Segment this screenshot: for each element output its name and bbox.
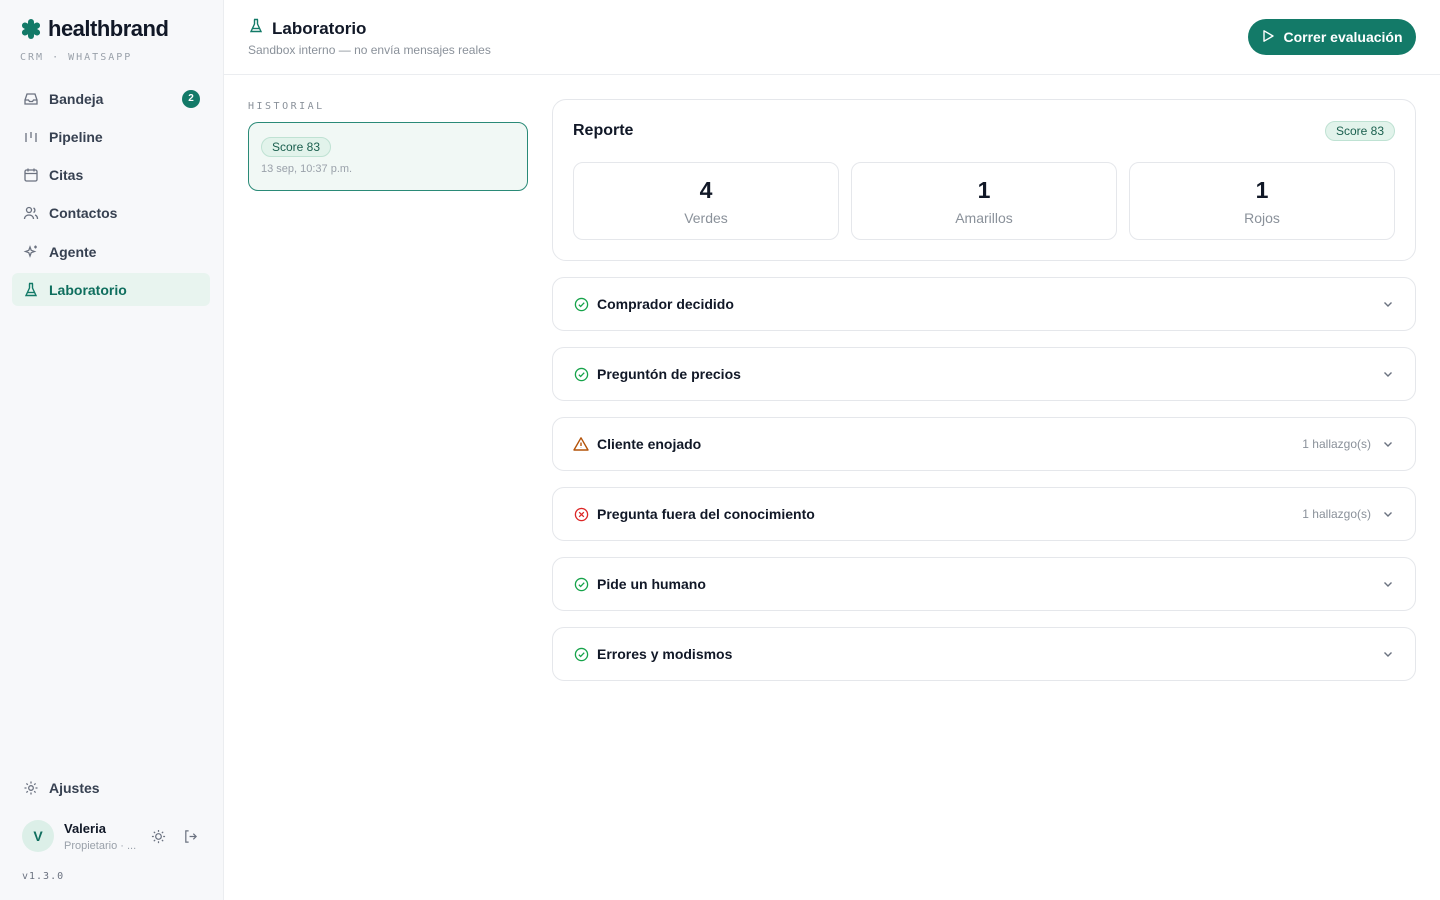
scenario-pregunta-fuera-del-conocimiento[interactable]: Pregunta fuera del conocimiento 1 hallaz…	[552, 487, 1416, 541]
report-title: Reporte	[573, 122, 634, 139]
stat-verdes: 4 Verdes	[573, 162, 839, 240]
chevron-down-icon	[1381, 647, 1395, 661]
sidebar-item-laboratorio[interactable]: Laboratorio	[12, 273, 210, 307]
flask-icon	[248, 18, 264, 39]
play-icon	[1261, 29, 1275, 46]
scenario-pregunton-de-precios[interactable]: Preguntón de precios	[552, 347, 1416, 401]
gear-icon	[22, 779, 40, 797]
scenario-title: Cliente enojado	[597, 436, 702, 452]
stat-label: Amarillos	[955, 210, 1013, 226]
sidebar-item-label: Bandeja	[49, 90, 104, 107]
users-icon	[22, 204, 40, 222]
sidebar-nav: Bandeja 2 Pipeline Citas Contactos Agent…	[12, 82, 210, 312]
sidebar-item-bandeja[interactable]: Bandeja 2	[12, 82, 210, 115]
history-score-badge: Score 83	[261, 137, 332, 157]
page-subtitle: Sandbox interno — no envía mensajes real…	[248, 43, 491, 57]
check-circle-icon	[573, 646, 589, 662]
page-title: Laboratorio	[272, 18, 367, 38]
inbox-icon	[22, 90, 40, 108]
sidebar-item-agente[interactable]: Agente	[12, 235, 210, 268]
brand-subtitle: CRM · WHATSAPP	[20, 52, 133, 63]
stat-value: 4	[699, 177, 713, 203]
sidebar-item-label: Agente	[49, 243, 97, 260]
run-evaluation-button[interactable]: Correr evaluación	[1248, 19, 1416, 55]
findings-count: 1 hallazgo(s)	[1302, 507, 1371, 521]
history-item[interactable]: Score 83 13 sep, 10:37 p.m.	[248, 122, 528, 191]
scenario-title: Errores y modismos	[597, 646, 733, 662]
settings-label: Ajustes	[49, 780, 100, 796]
sidebar-item-contactos[interactable]: Contactos	[12, 197, 210, 230]
findings-count: 1 hallazgo(s)	[1302, 437, 1371, 451]
report-score-badge: Score 83	[1324, 121, 1395, 141]
sidebar-item-label: Contactos	[49, 205, 118, 222]
sidebar-item-label: Citas	[49, 167, 84, 184]
stat-value: 1	[977, 177, 991, 203]
chevron-down-icon	[1381, 577, 1395, 591]
sidebar-item-label: Pipeline	[49, 128, 103, 145]
scenario-pide-un-humano[interactable]: Pide un humano	[552, 557, 1416, 611]
page-header: Laboratorio Sandbox interno — no envía m…	[224, 0, 1440, 75]
check-circle-icon	[573, 366, 589, 382]
scenario-title: Comprador decidido	[597, 296, 734, 312]
brand[interactable]: healthbrand CRM · WHATSAPP	[20, 16, 169, 63]
brand-logo-icon	[20, 18, 42, 40]
flask-icon	[22, 281, 40, 299]
chevron-down-icon	[1381, 437, 1395, 451]
chevron-down-icon	[1381, 297, 1395, 311]
x-circle-icon	[573, 506, 589, 522]
scenario-title: Preguntón de precios	[597, 366, 741, 382]
pipeline-icon	[22, 128, 40, 146]
history-date: 13 sep, 10:37 p.m.	[261, 163, 353, 175]
user-profile: V Valeria Propietario · ...	[22, 818, 212, 854]
scenario-title: Pregunta fuera del conocimiento	[597, 506, 815, 522]
calendar-icon	[22, 166, 40, 184]
app-version: v1.3.0	[22, 871, 65, 882]
sidebar-item-pipeline[interactable]: Pipeline	[12, 120, 210, 153]
stat-rojos: 1 Rojos	[1129, 162, 1395, 240]
theme-toggle-sun-icon[interactable]	[148, 826, 168, 846]
check-circle-icon	[573, 576, 589, 592]
scenario-errores-y-modismos[interactable]: Errores y modismos	[552, 627, 1416, 681]
stat-amarillos: 1 Amarillos	[851, 162, 1117, 240]
sidebar: healthbrand CRM · WHATSAPP Bandeja 2 Pip…	[0, 0, 224, 900]
sparkles-icon	[22, 243, 40, 261]
sidebar-item-citas[interactable]: Citas	[12, 159, 210, 192]
brand-name: healthbrand	[48, 16, 169, 41]
chevron-down-icon	[1381, 367, 1395, 381]
sidebar-item-ajustes[interactable]: Ajustes	[12, 772, 210, 804]
report-card: Reporte Score 83 4 Verdes 1 Amarillos 1 …	[552, 99, 1416, 261]
history-label: HISTORIAL	[248, 101, 325, 112]
check-circle-icon	[573, 296, 589, 312]
scenario-cliente-enojado[interactable]: Cliente enojado 1 hallazgo(s)	[552, 417, 1416, 471]
stat-label: Rojos	[1244, 210, 1280, 226]
unread-badge: 2	[182, 89, 200, 108]
logout-icon[interactable]	[180, 826, 200, 846]
stat-label: Verdes	[684, 210, 728, 226]
scenario-title: Pide un humano	[597, 576, 706, 592]
warning-triangle-icon	[573, 436, 589, 452]
scenario-comprador-decidido[interactable]: Comprador decidido	[552, 277, 1416, 331]
sidebar-item-label: Laboratorio	[49, 281, 127, 298]
stat-value: 1	[1255, 177, 1269, 203]
user-name: Valeria	[64, 820, 106, 836]
chevron-down-icon	[1381, 507, 1395, 521]
avatar[interactable]: V	[22, 820, 54, 852]
user-role: Propietario · ...	[64, 839, 136, 852]
run-evaluation-label: Correr evaluación	[1283, 29, 1403, 45]
